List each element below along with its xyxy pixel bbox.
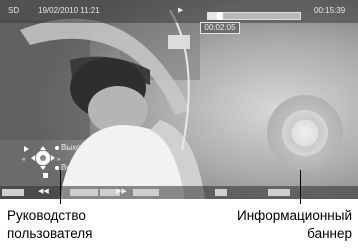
- exit-label: Выход: [61, 143, 85, 152]
- skip-back-icon: ◀◀: [38, 188, 49, 195]
- channel-label: SD: [8, 6, 20, 15]
- info-banner: SD 19/02/2010 11:21 ▶ 00:15:39: [0, 0, 358, 23]
- dpad-icon[interactable]: « »: [22, 137, 62, 187]
- total-time: 00:15:39: [314, 6, 346, 15]
- svg-text:«: «: [22, 157, 26, 163]
- banner-leader-line: [300, 170, 301, 204]
- callout-banner-line1: Информационный: [236, 208, 352, 223]
- callout-banner-line2: баннер: [307, 226, 352, 241]
- archery-target: [267, 95, 343, 171]
- play-icon: ▶: [178, 7, 184, 14]
- progress-marker[interactable]: [216, 12, 223, 20]
- bottom-bar: ◀◀ ▶▶: [0, 186, 358, 199]
- elapsed-time: 00:02:05: [200, 22, 240, 34]
- datetime-label: 19/02/2010 11:21: [38, 6, 100, 15]
- video-screen: SD 19/02/2010 11:21 ▶ 00:15:39 00:02:05 …: [0, 0, 358, 199]
- callout-guide-line1: Руководство: [7, 208, 86, 223]
- guide-leader-line: [60, 170, 61, 204]
- skip-forward-icon: ▶▶: [116, 188, 127, 195]
- callout-guide-line2: пользователя: [7, 226, 93, 241]
- progress-bar[interactable]: [207, 12, 301, 20]
- return-label: Возврат: [61, 163, 91, 172]
